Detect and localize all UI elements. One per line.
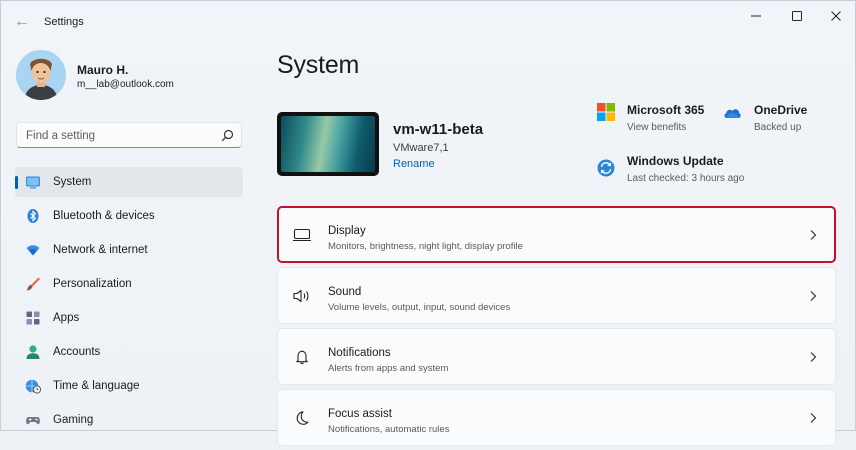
- rename-link[interactable]: Rename: [393, 158, 435, 170]
- sidebar-item-label: Accounts: [53, 346, 101, 358]
- sidebar-item-personalization[interactable]: Personalization: [15, 269, 243, 299]
- quick-subtitle: View benefits: [627, 122, 687, 133]
- search-placeholder: Find a setting: [26, 130, 96, 142]
- device-model: VMware7,1: [393, 142, 449, 154]
- windows-update-icon: [597, 159, 615, 177]
- device-name: vm-w11-beta: [393, 121, 484, 138]
- chevron-right-icon: [810, 230, 817, 240]
- chevron-right-icon: [810, 291, 817, 301]
- card-subtitle: Volume levels, output, input, sound devi…: [328, 302, 511, 313]
- sidebar-item-label: Gaming: [53, 414, 94, 426]
- avatar[interactable]: [16, 50, 66, 100]
- microsoft-logo-icon: [597, 103, 615, 121]
- sidebar-item-label: Bluetooth & devices: [53, 210, 155, 222]
- system-icon: [26, 176, 40, 189]
- device-thumbnail: [277, 112, 379, 176]
- chevron-right-icon: [810, 352, 817, 362]
- card-title: Sound: [328, 286, 362, 298]
- close-icon: [831, 11, 841, 21]
- profile-email: m__lab@outlook.com: [77, 79, 174, 90]
- quick-title: Microsoft 365: [627, 103, 705, 117]
- app-title: Settings: [44, 16, 84, 28]
- globe-clock-icon: [25, 379, 41, 394]
- sidebar-item-system[interactable]: System: [15, 167, 243, 197]
- sidebar-item-label: Time & language: [53, 380, 140, 392]
- moon-icon: [296, 411, 309, 425]
- notifications-card[interactable]: Notifications Alerts from apps and syste…: [277, 328, 836, 385]
- card-subtitle: Monitors, brightness, night light, displ…: [328, 241, 523, 252]
- wifi-icon: [26, 245, 40, 256]
- wallpaper-preview: [281, 116, 375, 172]
- user-avatar-icon: [16, 50, 66, 100]
- accounts-icon: [26, 345, 40, 359]
- sidebar-item-apps[interactable]: Apps: [15, 303, 243, 333]
- quick-title: Windows Update: [627, 154, 724, 168]
- sound-card[interactable]: Sound Volume levels, output, input, soun…: [277, 267, 836, 324]
- apps-icon: [26, 311, 40, 325]
- settings-cards: Display Monitors, brightness, night ligh…: [277, 206, 836, 450]
- close-button[interactable]: [819, 5, 853, 27]
- display-card[interactable]: Display Monitors, brightness, night ligh…: [277, 206, 836, 263]
- monitor-icon: [293, 228, 311, 242]
- maximize-icon: [792, 11, 802, 21]
- sidebar-item-network[interactable]: Network & internet: [15, 235, 243, 265]
- chevron-right-icon: [810, 413, 817, 423]
- gamepad-icon: [26, 417, 40, 425]
- sidebar-item-label: Personalization: [53, 278, 132, 290]
- sidebar-item-accounts[interactable]: Accounts: [15, 337, 243, 367]
- card-title: Notifications: [328, 347, 391, 359]
- search-icon[interactable]: [221, 129, 234, 142]
- settings-window: ← Settings Mauro H. m__lab@outlook.com F…: [0, 0, 856, 446]
- maximize-button[interactable]: [780, 5, 814, 27]
- brush-icon: [26, 277, 40, 291]
- card-title: Display: [328, 225, 366, 237]
- sidebar-item-time-language[interactable]: Time & language: [15, 371, 243, 401]
- quick-subtitle: Backed up: [754, 122, 802, 133]
- sidebar-item-label: System: [53, 176, 92, 188]
- profile-name: Mauro H.: [77, 63, 129, 77]
- sidebar-item-label: Apps: [53, 312, 80, 324]
- card-subtitle: Alerts from apps and system: [328, 363, 449, 374]
- onedrive-cloud-icon: [724, 109, 741, 118]
- card-subtitle: Notifications, automatic rules: [328, 424, 450, 435]
- sidebar-nav: System Bluetooth & devices Network & int…: [15, 167, 243, 439]
- page-title: System: [277, 51, 360, 79]
- sidebar-item-bluetooth[interactable]: Bluetooth & devices: [15, 201, 243, 231]
- back-arrow-icon[interactable]: ←: [13, 13, 31, 31]
- search-input[interactable]: Find a setting: [16, 122, 242, 148]
- quick-subtitle: Last checked: 3 hours ago: [627, 173, 745, 184]
- active-indicator: [15, 176, 18, 189]
- minimize-button[interactable]: [739, 5, 773, 27]
- focus-assist-card[interactable]: Focus assist Notifications, automatic ru…: [277, 389, 836, 446]
- quick-title: OneDrive: [754, 103, 808, 117]
- bluetooth-icon: [27, 209, 39, 223]
- title-bar: ← Settings: [1, 1, 856, 43]
- sidebar-item-label: Network & internet: [53, 244, 148, 256]
- minimize-icon: [751, 15, 761, 17]
- bell-icon: [296, 350, 308, 365]
- card-title: Focus assist: [328, 408, 392, 420]
- speaker-icon: [293, 289, 309, 303]
